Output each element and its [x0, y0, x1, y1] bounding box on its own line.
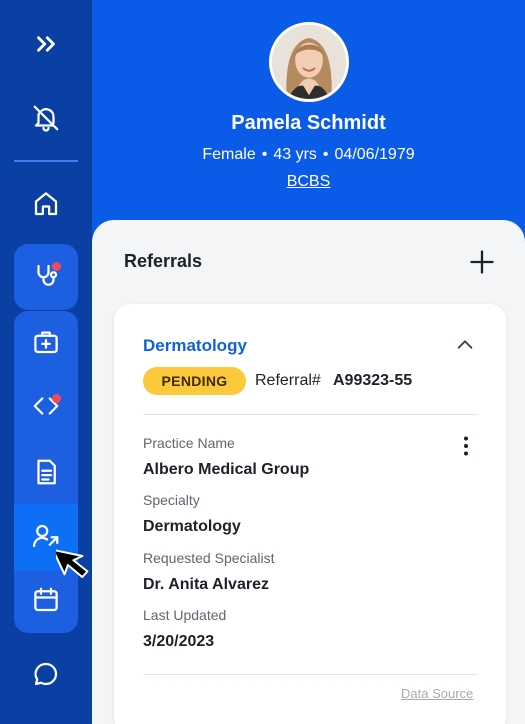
- field-value-specialty: Dermatology: [143, 518, 241, 535]
- kebab-menu-icon: [464, 436, 468, 456]
- plus-icon: [470, 250, 494, 274]
- care-notification-dot: [52, 262, 61, 271]
- patient-photo: [272, 25, 346, 99]
- referral-title[interactable]: Dermatology: [143, 336, 247, 356]
- card-footer-divider: [143, 674, 477, 675]
- sidebar-item-care[interactable]: [14, 244, 78, 308]
- sidebar-divider: [14, 160, 78, 162]
- sidebar: [0, 0, 92, 724]
- expand-sidebar-button[interactable]: [14, 12, 78, 76]
- notifications-off-button[interactable]: [14, 86, 78, 150]
- add-referral-button[interactable]: [468, 248, 496, 276]
- field-value-updated: 3/20/2023: [143, 633, 215, 650]
- field-label-updated: Last Updated: [143, 607, 227, 623]
- sidebar-item-medications[interactable]: [14, 310, 78, 374]
- patient-name: Pamela Schmidt: [231, 112, 386, 134]
- sidebar-item-codes[interactable]: [14, 374, 78, 438]
- patient-header: Pamela Schmidt Female • 43 yrs • 04/06/1979 …: [92, 0, 525, 230]
- field-label-specialty: Specialty: [143, 492, 200, 508]
- field-value-specialist: Dr. Anita Alvarez: [143, 576, 269, 593]
- data-source-link[interactable]: Data Source: [401, 686, 473, 701]
- status-badge: PENDING: [143, 367, 246, 395]
- patient-demographics: Female • 43 yrs • 04/06/1979: [92, 146, 525, 164]
- codes-notification-dot: [52, 394, 61, 403]
- sidebar-item-documents[interactable]: [14, 440, 78, 504]
- avatar[interactable]: [269, 22, 349, 102]
- patient-age: 43 yrs: [273, 146, 317, 163]
- chat-icon: [34, 662, 58, 686]
- card-divider: [143, 414, 477, 415]
- referrals-panel: Referrals Dermatology PENDING Referral# …: [92, 220, 525, 724]
- collapse-button[interactable]: [454, 334, 476, 356]
- referral-number: A99323-55: [333, 372, 413, 389]
- home-icon: [34, 192, 58, 216]
- panel-title: Referrals: [124, 251, 203, 271]
- patient-gender: Female: [202, 146, 256, 163]
- home-button[interactable]: [14, 172, 78, 236]
- field-value-practice: Albero Medical Group: [143, 461, 310, 478]
- mouse-cursor-icon: [56, 548, 89, 579]
- patient-dob: 04/06/1979: [334, 146, 415, 163]
- referral-card: Dermatology PENDING Referral# A99323-55 …: [114, 304, 506, 724]
- chat-button[interactable]: [14, 642, 78, 706]
- chevron-up-icon: [457, 340, 473, 349]
- more-options-button[interactable]: [454, 434, 478, 458]
- referral-number-label: Referral#: [255, 372, 321, 389]
- info-separator: •: [322, 146, 329, 163]
- document-icon: [37, 459, 56, 485]
- calendar-icon: [34, 587, 58, 612]
- medical-kit-icon: [34, 331, 58, 354]
- insurance-link[interactable]: BCBS: [92, 173, 525, 191]
- expand-icon: [37, 36, 55, 52]
- field-label-practice: Practice Name: [143, 435, 235, 451]
- field-label-specialist: Requested Specialist: [143, 550, 275, 566]
- bell-off-icon: [33, 105, 59, 132]
- info-separator: •: [261, 146, 268, 163]
